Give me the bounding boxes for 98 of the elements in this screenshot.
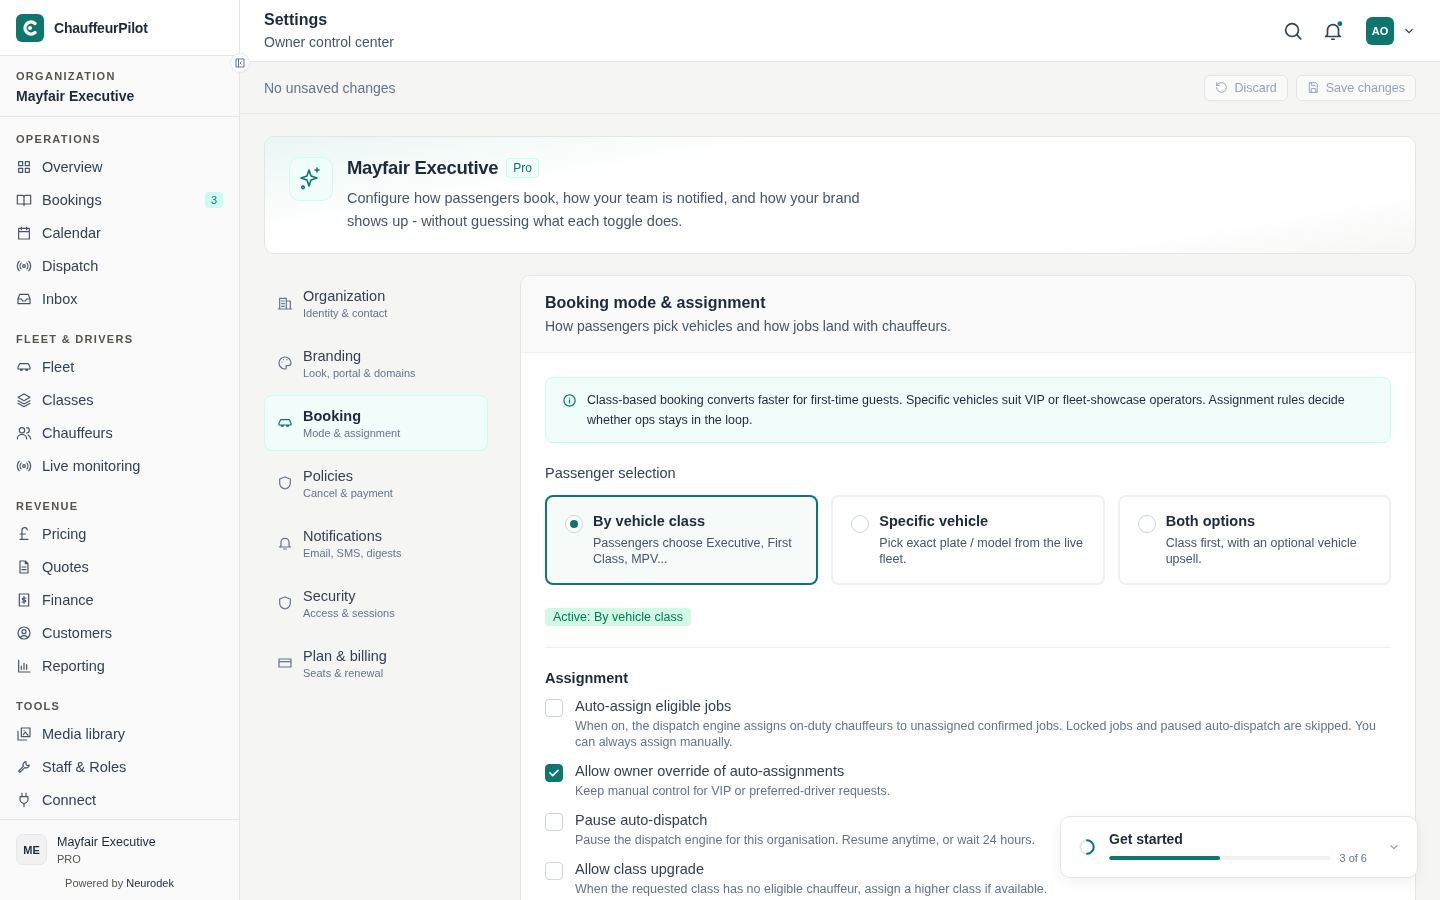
page-subtitle: Owner control center [264,34,394,50]
settings-nav-item[interactable]: Branding Look, portal & domains [264,335,488,391]
checkbox-description: Keep manual control for VIP or preferred-driver requests. [575,783,891,799]
option-description: Pick exact plate / model from the live fleet. [879,535,1084,567]
option-description: Class first, with an optional vehicle upsell. [1165,535,1358,567]
page-title: Settings [264,11,329,29]
pound-icon [16,525,32,542]
nav-item[interactable]: Connect [16,783,223,816]
option-card[interactable]: Both options Class first, with an optional vehicle upsell. [1117,495,1391,585]
nav-item[interactable]: Reporting [16,649,223,682]
wrench-icon [16,758,32,775]
sidebar-toggle-icon [234,57,246,69]
grid-icon [16,158,32,175]
section-label: Assignment [545,670,629,686]
nav-item[interactable]: Finance [16,583,223,616]
undo-icon [1215,81,1229,94]
radio-button[interactable] [851,515,870,533]
nav-item[interactable]: Inbox [16,282,223,315]
settings-nav-item[interactable]: Policies Cancel & payment [264,455,488,511]
nav-item[interactable]: Classes [16,383,223,416]
checkbox-label: Allow class upgrade [575,861,705,877]
active-tag: Active: By vehicle class [545,608,691,626]
settings-nav-item[interactable]: Security Access & sessions [264,575,488,631]
powered-by-text: Powered by Neurodek [64,877,175,889]
account-avatar: ME [16,834,47,865]
nav-item[interactable]: Staff & Roles [16,750,223,783]
plug-icon [16,791,32,808]
nav-item[interactable]: Calendar [16,216,223,249]
progress-ring-icon [1077,837,1097,857]
nav-item[interactable]: Bookings 3 [16,183,223,216]
option-title: Specific vehicle [879,513,990,529]
progress-count: 3 of 6 [1339,851,1367,864]
save-status: No unsaved changes [264,79,396,96]
account-name: Mayfair Executive [57,834,156,849]
panel-title: Booking mode & assignment [545,294,767,312]
credit-card-icon [277,655,293,671]
radio-button[interactable] [1137,515,1156,533]
shield-icon [277,475,293,491]
nav-item[interactable]: Pricing [16,517,223,550]
option-card[interactable]: Specific vehicle Pick exact plate / model from the live fleet. [831,495,1105,585]
calendar-icon [16,224,32,241]
section-label: Passenger selection [545,465,677,481]
nav-item[interactable]: Media library [16,717,223,750]
option-title: By vehicle class [593,513,707,529]
nav-section-title: FLEET & DRIVERS [16,332,135,347]
logo-icon [16,13,44,42]
plan-label: PRO [57,852,82,865]
nav-item[interactable]: Dispatch [16,249,223,282]
notifications-icon[interactable] [1322,19,1344,42]
nav-item[interactable]: Fleet [16,350,223,383]
building-icon [277,295,293,311]
checkbox-description: When on, the dispatch engine assigns on-duty chauffeurs to unassigned confirmed jobs. Locked jobs and paused auto-dispatch are skipped. You can always assign manually. [575,718,1377,750]
info-icon [562,393,577,408]
nav-item[interactable]: Chauffeurs [16,416,223,449]
nav-item[interactable]: Customers [16,616,223,649]
info-text: Class-based booking converts faster for first-time guests. Specific vehicles suit VIP or fleet-showcase operators. Assignment rules decide whether ops stays in the loop. [587,392,1346,429]
checkbox-label: Allow owner override of auto-assignments [575,763,846,779]
organization-name: Mayfair Executive [16,88,136,104]
nav-section-title: TOOLS [16,699,62,714]
layers-icon [16,391,32,408]
option-card[interactable]: By vehicle class Passengers choose Executive, First Class, MPV... [545,495,819,585]
radio-button[interactable] [565,515,583,533]
settings-nav-item[interactable]: Booking Mode & assignment [264,395,488,451]
save-icon [1306,81,1320,94]
settings-nav-item[interactable]: Notifications Email, SMS, digests [264,515,488,571]
nav-section-title: OPERATIONS [16,132,102,147]
settings-nav-item[interactable]: Organization Identity & contact [264,275,488,331]
organization-title: Mayfair Executive [347,157,499,179]
receipt-icon [16,591,32,608]
palette-icon [277,355,293,371]
nav-item[interactable]: Quotes [16,550,223,583]
onboarding-title: Get started [1109,830,1184,847]
panel-subtitle: How passengers pick vehicles and how jobs land with chauffeurs. [545,318,952,334]
checkbox-description: When the requested class has no eligible chauffeur, assign a higher class if available. [575,881,1048,897]
checkbox-label: Pause auto-dispatch [575,812,709,828]
sparkle-icon [289,157,333,201]
option-description: Passengers choose Executive, First Class, MPV... [593,535,793,567]
shield-icon [277,595,293,611]
onboarding-card[interactable]: Get started 3 of 6 [1060,816,1418,878]
plan-badge: Pro [506,158,539,178]
nav-section-title: REVENUE [16,499,80,514]
users-icon [16,424,32,441]
document-icon [16,558,32,575]
user-avatar[interactable]: AO [1366,16,1394,45]
section-label: ORGANIZATION [16,70,117,82]
image-icon [16,725,32,742]
nav-item[interactable]: Live monitoring [16,449,223,482]
bell-icon [277,535,293,551]
bar-chart-icon [16,657,32,674]
count-badge: 3 [204,191,223,208]
brand-name: ChauffeurPilot [54,19,148,36]
checkbox-description: Pause the dispatch engine for this organisation. Resume anytime, or wait 24 hours. [575,832,1035,848]
option-title: Both options [1165,513,1257,529]
nav-item[interactable]: Overview [16,150,223,183]
settings-nav-item[interactable]: Plan & billing Seats & renewal [264,635,488,691]
checkbox[interactable] [545,764,563,782]
checkbox-label: Auto-assign eligible jobs [575,698,733,714]
hero-description: Configure how passengers book, how your team is notified, and how your brand shows up - without guessing what each toggle does. [347,189,861,231]
